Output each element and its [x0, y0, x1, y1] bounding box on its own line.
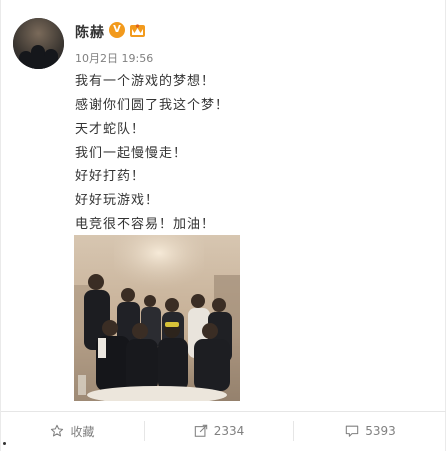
comment-icon	[346, 425, 359, 437]
post-text-line: 我们一起慢慢走！	[75, 146, 188, 161]
post-text-line: 好好打药！	[75, 169, 146, 184]
post-photo[interactable]	[74, 235, 240, 401]
vip-crown-icon[interactable]	[129, 22, 146, 38]
forward-button[interactable]: 2334	[145, 412, 293, 450]
comment-count: 5393	[365, 424, 396, 438]
post-text-line: 我有一个游戏的梦想！	[75, 74, 216, 89]
bullet-dot	[3, 442, 6, 445]
verified-badge-icon: V	[109, 22, 125, 38]
post-time[interactable]: 10月2日 19:56	[75, 50, 153, 66]
star-icon	[51, 424, 64, 437]
favorite-button[interactable]: 收藏	[1, 412, 144, 450]
post-text-line: 感谢你们圆了我这个梦！	[75, 98, 230, 113]
forward-icon	[194, 424, 207, 437]
post-text-line: 好好玩游戏！	[75, 193, 160, 208]
user-name[interactable]: 陈赫	[75, 22, 105, 42]
post-text-line: 天才蛇队！	[75, 122, 146, 137]
forward-count: 2334	[213, 424, 245, 438]
post-text-line: 电竞很不容易！加油！	[75, 217, 216, 232]
avatar[interactable]	[13, 18, 64, 69]
favorite-label: 收藏	[70, 424, 95, 439]
weibo-post-card: 陈赫 V 10月2日 19:56 我有一个游戏的梦想！ 感谢你们圆了我这个梦！ …	[0, 0, 446, 451]
comment-button[interactable]: 5393	[294, 412, 446, 450]
